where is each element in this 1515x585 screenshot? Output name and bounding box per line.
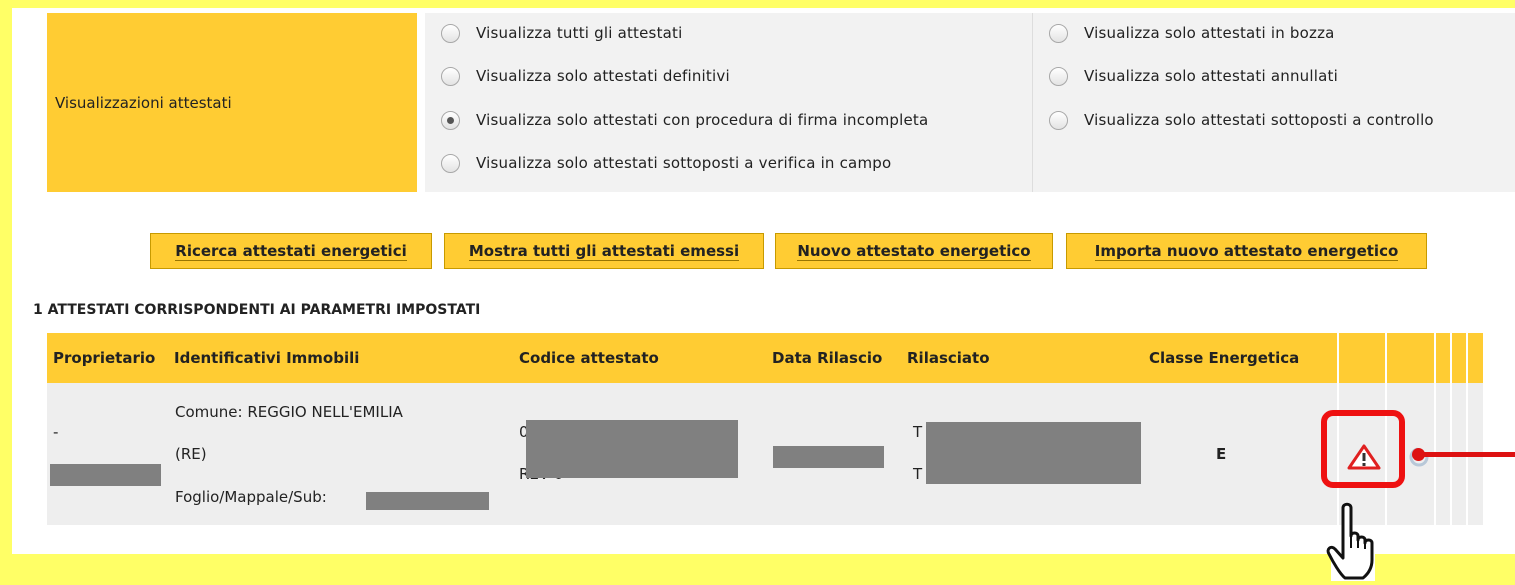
option-label: Visualizza solo attestati sottoposti a v… [476, 154, 892, 172]
filter-section-label: Visualizzazioni attestati [47, 13, 417, 192]
cadastral-label: Foglio/Mappale/Sub: [175, 488, 327, 506]
filter-under-control-option[interactable]: Visualizza solo attestati sottoposti a c… [1049, 100, 1434, 140]
divider [1032, 13, 1033, 192]
option-label: Visualizza tutti gli attestati [476, 24, 683, 42]
column-proprietario[interactable]: Proprietario [47, 333, 155, 383]
option-label: Visualizza solo attestati in bozza [1084, 24, 1335, 42]
results-title: 1 ATTESTATI CORRISPONDENTI AI PARAMETRI … [33, 302, 481, 318]
import-certificate-button[interactable]: Importa nuovo attestato energetico [1066, 233, 1427, 269]
issued-by-line1: T [913, 423, 923, 441]
radio-button[interactable] [441, 23, 460, 43]
filter-all-option[interactable]: Visualizza tutti gli attestati [441, 13, 683, 53]
filter-draft-option[interactable]: Visualizza solo attestati in bozza [1049, 13, 1335, 53]
column-identificativi[interactable]: Identificativi Immobili [168, 333, 359, 383]
energy-class-value: E [1216, 445, 1227, 463]
radio-button-selected[interactable] [441, 110, 460, 130]
redacted-date [773, 446, 884, 468]
hand-pointer-icon [1323, 502, 1383, 581]
filter-cancelled-option[interactable]: Visualizza solo attestati annullati [1049, 56, 1338, 96]
button-label: Ricerca attestati energetici [175, 241, 407, 261]
radio-button[interactable] [1049, 66, 1068, 86]
column-classe[interactable]: Classe Energetica [1143, 333, 1299, 383]
table-header: Proprietario Identificativi Immobili Cod… [47, 333, 1483, 383]
redacted-cadastral [366, 492, 489, 510]
redacted-owner [50, 464, 161, 486]
municipality-value: Comune: REGGIO NELL'EMILIA [175, 403, 403, 421]
province-value: (RE) [175, 445, 207, 463]
filter-field-verification-option[interactable]: Visualizza solo attestati sottoposti a v… [441, 143, 891, 183]
search-certificates-button[interactable]: Ricerca attestati energetici [150, 233, 432, 269]
pointer-arrow [1418, 452, 1515, 457]
redacted-issuer [926, 422, 1141, 484]
option-label: Visualizza solo attestati sottoposti a c… [1084, 111, 1434, 129]
table-row: - Comune: REGGIO NELL'EMILIA (RE) Foglio… [47, 383, 1483, 525]
button-label: Nuovo attestato energetico [797, 241, 1031, 261]
radio-button[interactable] [1049, 110, 1068, 130]
column-divider [1450, 333, 1452, 525]
radio-button[interactable] [441, 66, 460, 86]
option-label: Visualizza solo attestati annullati [1084, 67, 1338, 85]
redacted-code [526, 420, 738, 478]
column-divider [1434, 333, 1436, 525]
button-label: Importa nuovo attestato energetico [1094, 241, 1399, 261]
column-rilasciato[interactable]: Rilasciato [901, 333, 990, 383]
new-certificate-button[interactable]: Nuovo attestato energetico [775, 233, 1053, 269]
column-data-rilascio[interactable]: Data Rilascio [766, 333, 882, 383]
column-codice[interactable]: Codice attestato [513, 333, 659, 383]
option-label: Visualizza solo attestati con procedura … [476, 111, 929, 129]
filter-incomplete-signature-option[interactable]: Visualizza solo attestati con procedura … [441, 100, 928, 140]
highlight-box [1321, 410, 1405, 488]
radio-button[interactable] [441, 153, 460, 173]
button-label: Mostra tutti gli attestati emessi [468, 241, 740, 261]
filter-final-option[interactable]: Visualizza solo attestati definitivi [441, 56, 730, 96]
column-divider [1466, 333, 1468, 525]
owner-value: - [53, 423, 59, 441]
option-label: Visualizza solo attestati definitivi [476, 67, 730, 85]
issued-by-line2: T [913, 465, 923, 483]
radio-button[interactable] [1049, 23, 1068, 43]
show-all-certificates-button[interactable]: Mostra tutti gli attestati emessi [444, 233, 764, 269]
